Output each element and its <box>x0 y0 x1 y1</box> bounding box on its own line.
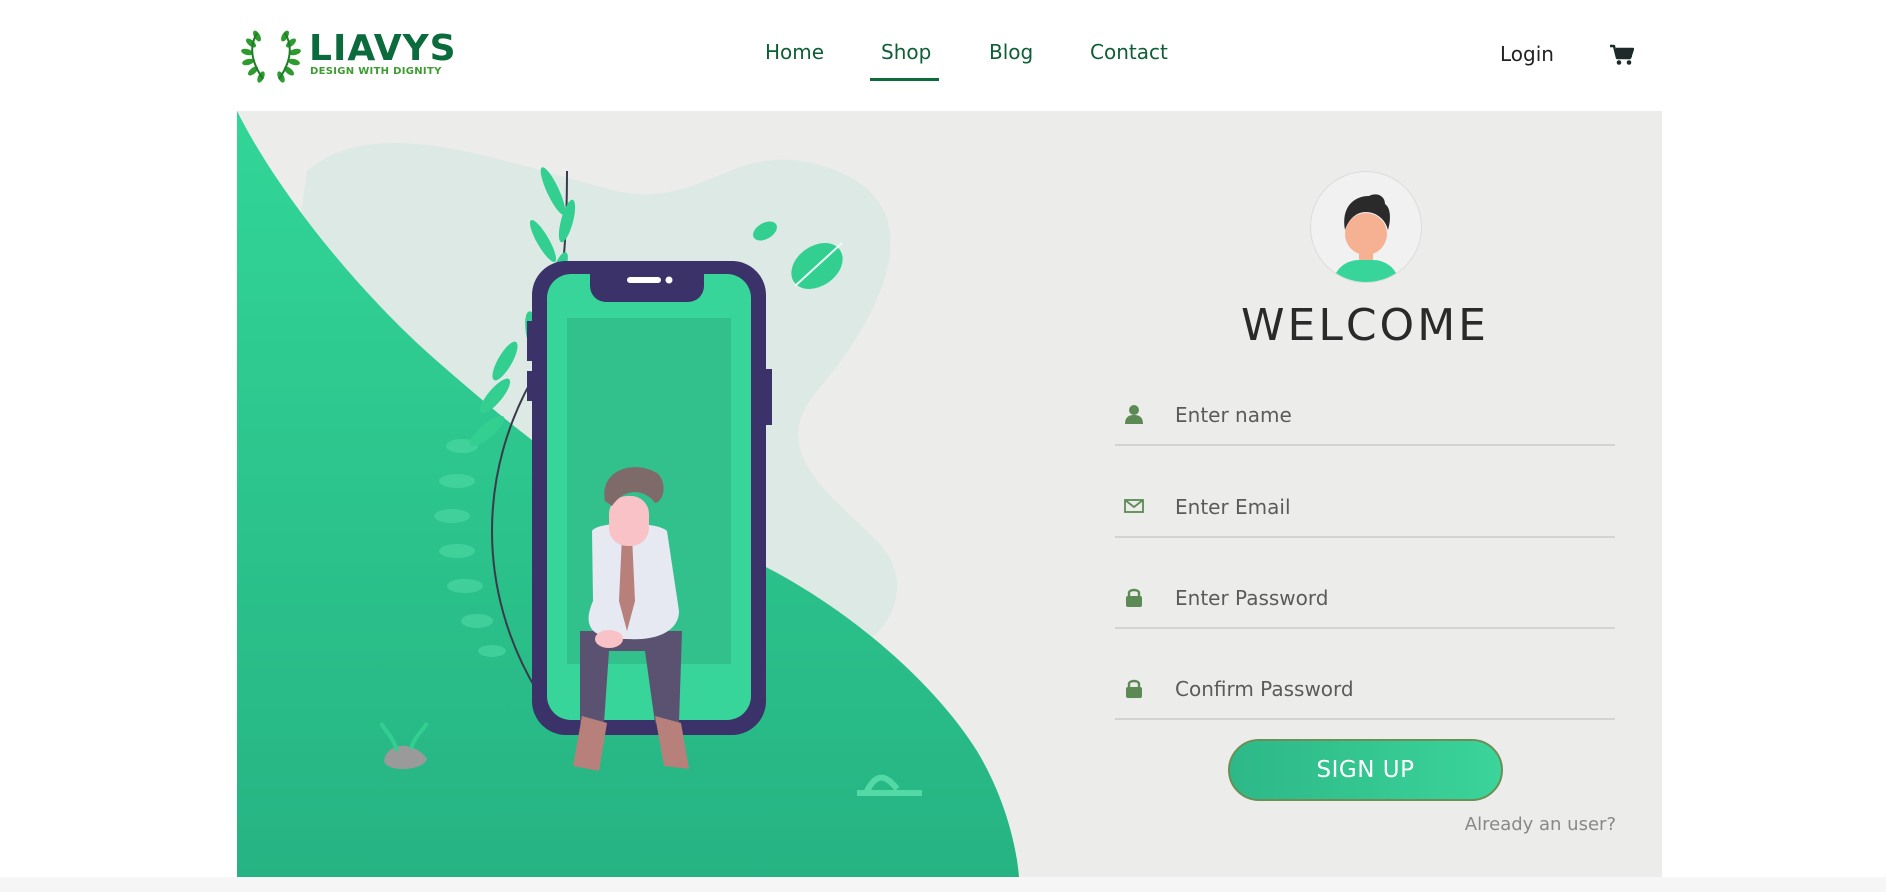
sign-up-button[interactable]: SIGN UP <box>1228 739 1503 801</box>
user-avatar-icon <box>1310 171 1422 283</box>
confirm-password-field <box>1115 660 1615 720</box>
password-input[interactable] <box>1175 583 1595 613</box>
confirm-password-input[interactable] <box>1175 674 1595 704</box>
laurel-wreath-icon <box>241 30 301 83</box>
login-link[interactable]: Login <box>1500 42 1554 66</box>
brand-name: LIAVYS <box>309 28 457 69</box>
email-field <box>1115 478 1615 538</box>
password-field <box>1115 569 1615 629</box>
brand-logo[interactable]: LIAVYS DESIGN WITH DIGNITY <box>241 27 456 83</box>
nav-active-indicator <box>870 78 939 81</box>
envelope-icon <box>1124 499 1144 513</box>
nav-link-contact[interactable]: Contact <box>1090 40 1168 64</box>
nav-link-shop[interactable]: Shop <box>881 40 931 64</box>
shopping-cart-icon[interactable] <box>1610 44 1634 66</box>
lock-icon <box>1126 588 1142 607</box>
already-user-link[interactable]: Already an user? <box>1440 814 1616 835</box>
nav-link-blog[interactable]: Blog <box>989 40 1033 64</box>
email-input[interactable] <box>1175 492 1595 522</box>
welcome-heading: WELCOME <box>1241 300 1489 351</box>
brand-tagline: DESIGN WITH DIGNITY <box>310 66 442 77</box>
signup-illustration <box>237 111 1019 877</box>
lock-icon <box>1126 679 1142 698</box>
name-input[interactable] <box>1175 400 1595 430</box>
nav-link-home[interactable]: Home <box>765 40 824 64</box>
top-navbar: LIAVYS DESIGN WITH DIGNITY Home Shop Blo… <box>0 0 1886 111</box>
name-field <box>1115 386 1615 446</box>
page-footer-strip <box>0 877 1886 892</box>
user-icon <box>1125 405 1143 424</box>
